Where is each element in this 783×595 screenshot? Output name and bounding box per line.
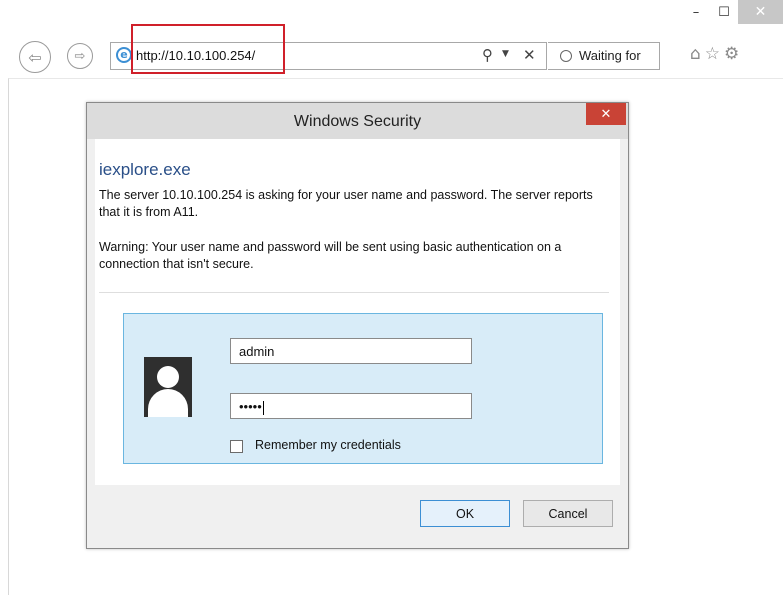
username-field[interactable]: admin [230, 338, 472, 364]
home-icon[interactable]: ⌂ [690, 44, 701, 64]
dialog-close-button[interactable]: ✕ [586, 103, 626, 125]
back-icon[interactable]: ⇦ [19, 41, 51, 73]
credential-panel: admin ••••• Remember my credentials [123, 313, 603, 464]
divider [99, 292, 609, 293]
password-value: ••••• [239, 399, 262, 414]
windows-security-dialog: Windows Security ✕ iexplore.exe The serv… [86, 102, 629, 549]
text-caret [262, 400, 264, 415]
url-highlight-box [131, 24, 285, 74]
dialog-body: iexplore.exe The server 10.10.100.254 is… [95, 139, 620, 485]
user-avatar-icon [144, 357, 192, 417]
remember-label[interactable]: Remember my credentials [255, 438, 401, 452]
ok-button[interactable]: OK [420, 500, 510, 527]
server-message: The server 10.10.100.254 is asking for y… [99, 188, 593, 219]
search-icon[interactable]: ⚲ [482, 46, 493, 64]
warning-message: Warning: Your user name and password wil… [99, 240, 562, 271]
maximize-button[interactable]: ☐ [710, 0, 738, 24]
ie-icon: e [116, 47, 132, 63]
tab-label: Waiting for [579, 48, 641, 63]
window-controls: – ☐ ✕ [682, 0, 783, 30]
settings-icon[interactable]: ⚙ [724, 44, 739, 64]
dropdown-icon[interactable]: ▼ [502, 49, 509, 59]
favorites-icon[interactable]: ☆ [705, 44, 720, 64]
window-close-button[interactable]: ✕ [738, 0, 783, 24]
browser-tab[interactable]: Waiting for [548, 42, 660, 70]
browser-toolbar: ⇦ ⇨ e http://10.10.100.254/ ⚲ ▼ ✕ Waitin… [0, 30, 783, 76]
stop-icon[interactable]: ✕ [523, 46, 536, 64]
minimize-button[interactable]: – [682, 0, 710, 24]
password-field[interactable]: ••••• [230, 393, 472, 419]
forward-icon[interactable]: ⇨ [67, 43, 93, 69]
remember-checkbox[interactable] [230, 440, 243, 453]
toolbar-right-icons: ⌂ ☆ ⚙ [690, 44, 739, 64]
app-name: iexplore.exe [99, 160, 191, 179]
dialog-title: Windows Security [293, 113, 422, 130]
dialog-titlebar: Windows Security ✕ [87, 103, 628, 139]
cancel-button[interactable]: Cancel [523, 500, 613, 527]
username-value: admin [239, 344, 275, 359]
loading-icon [560, 50, 572, 62]
